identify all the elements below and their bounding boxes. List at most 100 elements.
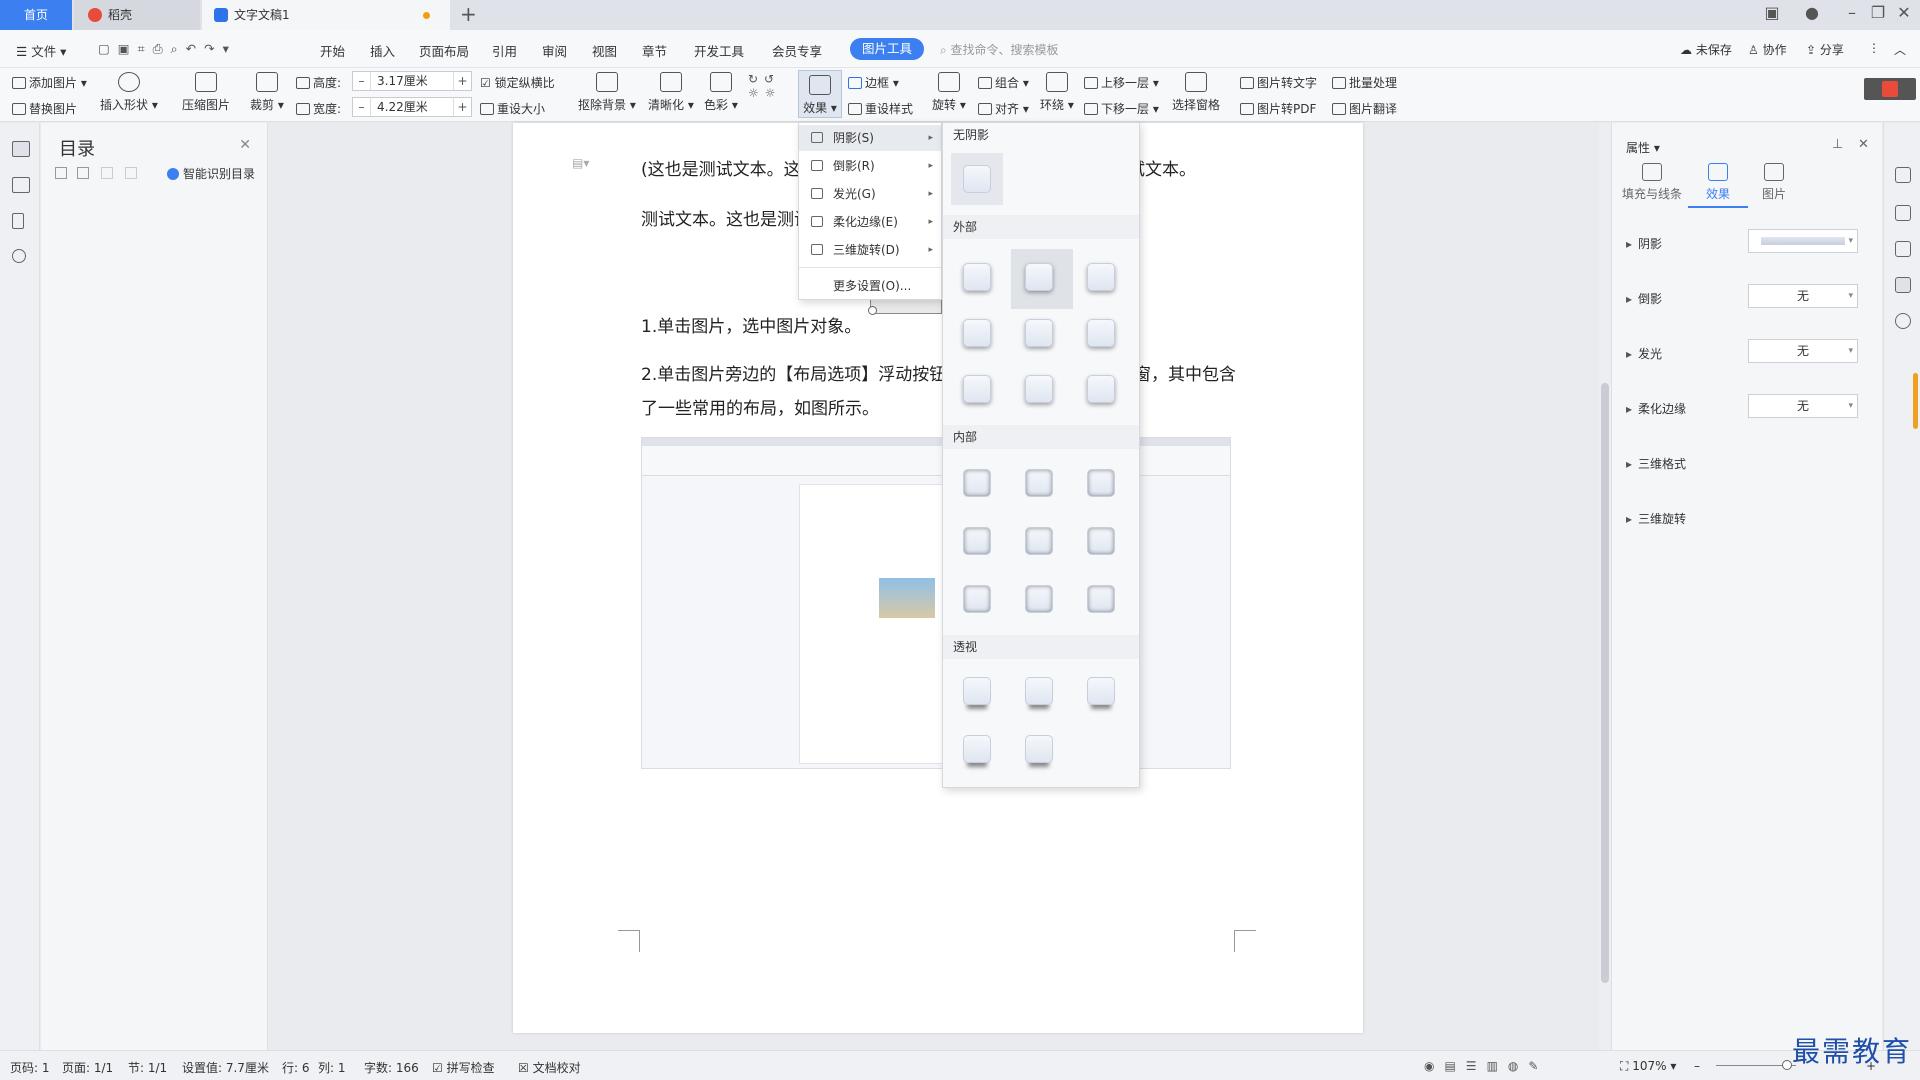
bookmark-nav-icon[interactable] — [12, 213, 24, 229]
find-nav-icon[interactable] — [12, 249, 26, 263]
collapse-ribbon-icon[interactable]: ︿ — [1894, 41, 1906, 58]
border-button[interactable]: 边框 ▾ — [848, 74, 899, 91]
pin-icon[interactable]: ⊥ — [1832, 137, 1843, 152]
selected-picture-edge[interactable] — [870, 300, 942, 314]
reset-size-button[interactable]: 重设大小 — [480, 100, 545, 117]
effects-button[interactable]: 效果 ▾ — [798, 70, 842, 118]
view-mode-icons[interactable]: ◉▤☰▥◍✎ — [1424, 1059, 1548, 1073]
menu-member[interactable]: 会员专享 — [772, 41, 822, 60]
perspective-shadow-option[interactable] — [1087, 677, 1115, 705]
menu-insert[interactable]: 插入 — [370, 41, 395, 60]
tab-fill-line[interactable]: 填充与线条 — [1622, 163, 1682, 202]
crop-button[interactable]: 裁剪 ▾ — [250, 72, 284, 113]
quick-access-icons[interactable]: ▢▣⌗⎙⌕↶↷▾ — [98, 41, 237, 57]
outer-shadow-option[interactable] — [1087, 319, 1115, 347]
perspective-shadow-option[interactable] — [1025, 735, 1053, 763]
menu-view[interactable]: 视图 — [592, 41, 617, 60]
folder-nav-icon[interactable] — [12, 177, 30, 193]
side-scroll-indicator[interactable] — [1913, 373, 1918, 429]
pic-to-pdf-button[interactable]: 图片转PDF — [1240, 100, 1316, 117]
prop-soft-edges-row[interactable]: 柔化边缘 — [1626, 400, 1686, 417]
properties-icon[interactable] — [1895, 277, 1911, 293]
menu-start[interactable]: 开始 — [320, 41, 345, 60]
inner-shadow-option[interactable] — [1087, 585, 1115, 613]
replace-picture-button[interactable]: 替换图片 — [12, 100, 77, 117]
batch-button[interactable]: 批量处理 — [1332, 74, 1397, 91]
doc-paragraph-1[interactable]: (这也是测试文本。这 — [641, 155, 801, 180]
translate-button[interactable]: 图片翻译 — [1332, 100, 1397, 117]
group-button[interactable]: 组合 ▾ — [978, 74, 1029, 91]
outer-shadow-option[interactable] — [1025, 319, 1053, 347]
inner-shadow-option[interactable] — [1025, 527, 1053, 555]
pic-to-text-button[interactable]: 图片转文字 — [1240, 74, 1317, 91]
doc-paragraph-4[interactable]: 2.单击图片旁边的【布局选项】浮动按钮 — [641, 360, 946, 385]
prop-glow-row[interactable]: 发光 — [1626, 345, 1662, 362]
restore-icon[interactable]: ❐ — [1866, 3, 1890, 22]
collab-button[interactable]: ♙ 协作 — [1748, 41, 1787, 58]
reset-style-button[interactable]: 重设样式 — [848, 100, 913, 117]
outer-shadow-option[interactable] — [963, 375, 991, 403]
tab-effects[interactable]: 效果 — [1688, 163, 1748, 208]
outer-shadow-option[interactable] — [1087, 263, 1115, 291]
inner-shadow-option[interactable] — [1087, 527, 1115, 555]
outer-shadow-option[interactable] — [1025, 263, 1053, 291]
wrap-button[interactable]: 环绕 ▾ — [1040, 72, 1074, 113]
vertical-scrollbar[interactable] — [1599, 123, 1611, 1050]
minimize-icon[interactable]: – — [1840, 3, 1864, 22]
spell-check-button[interactable]: ☑ 拼写检查 — [432, 1059, 495, 1076]
menu-dev-tools[interactable]: 开发工具 — [694, 41, 744, 60]
width-plus-button[interactable]: + — [453, 98, 471, 116]
tab-home[interactable]: 首页 — [0, 0, 72, 30]
width-stepper[interactable]: –4.22厘米 + — [352, 97, 472, 117]
rotate-button[interactable]: 旋转 ▾ — [932, 72, 966, 113]
avatar[interactable]: ● — [1800, 3, 1824, 22]
zoom-select[interactable]: ⛶ 107% ▾ — [1620, 1059, 1676, 1074]
doc-paragraph-4-end[interactable]: 窗，其中包含 — [1134, 360, 1236, 385]
width-minus-button[interactable]: – — [353, 98, 371, 116]
perspective-shadow-option[interactable] — [963, 677, 991, 705]
inner-shadow-option[interactable] — [1025, 585, 1053, 613]
sharpen-button[interactable]: 清晰化 ▾ — [648, 72, 694, 113]
picture-resize-handle[interactable] — [868, 306, 877, 315]
align-button[interactable]: 对齐 ▾ — [978, 100, 1029, 117]
close-icon[interactable]: ✕ — [1892, 3, 1916, 22]
bring-forward-button[interactable]: 上移一层 ▾ — [1084, 74, 1159, 91]
menu-review[interactable]: 审阅 — [542, 41, 567, 60]
outer-shadow-option[interactable] — [963, 319, 991, 347]
file-menu[interactable]: ☰ 文件 ▾ — [16, 41, 66, 60]
compress-picture-button[interactable]: 压缩图片 — [182, 72, 230, 113]
outer-shadow-option[interactable] — [1087, 375, 1115, 403]
toc-remove-icon[interactable] — [125, 167, 137, 179]
add-picture-button[interactable]: 添加图片 ▾ — [12, 74, 87, 91]
proofread-button[interactable]: ☒ 文档校对 — [518, 1059, 581, 1076]
toc-close-icon[interactable]: ✕ — [239, 137, 251, 153]
pen-icon[interactable] — [1895, 205, 1911, 221]
status-words[interactable]: 字数: 166 — [364, 1059, 419, 1076]
selection-pane-button[interactable]: 选择窗格 — [1172, 72, 1220, 113]
perspective-shadow-option[interactable] — [963, 735, 991, 763]
scrollbar-thumb[interactable] — [1601, 383, 1609, 983]
toc-add-icon[interactable] — [101, 167, 113, 179]
doc-paragraph-2[interactable]: 测试文本。这也是测试 — [641, 205, 811, 230]
prop-3d-rotation-row[interactable]: 三维旋转 — [1626, 510, 1686, 527]
height-stepper[interactable]: –3.17厘米 + — [352, 71, 472, 91]
menu-layout[interactable]: 页面布局 — [419, 41, 469, 60]
remove-background-button[interactable]: 抠除背景 ▾ — [578, 72, 636, 113]
lock-ratio-checkbox[interactable]: ☑ 锁定纵横比 — [480, 74, 555, 91]
color-button[interactable]: 色彩 ▾ — [704, 72, 738, 113]
doc-paragraph-3[interactable]: 1.单击图片，选中图片对象。 — [641, 312, 861, 337]
zoom-out-button[interactable]: – — [1694, 1059, 1700, 1073]
no-shadow-option[interactable] — [963, 165, 991, 193]
prop-shadow-row[interactable]: 阴影 — [1626, 235, 1662, 252]
send-backward-button[interactable]: 下移一层 ▾ — [1084, 100, 1159, 117]
prop-3d-format-row[interactable]: 三维格式 — [1626, 455, 1686, 472]
toc-collapse-icon[interactable] — [55, 167, 67, 179]
tab-document[interactable]: 文字文稿1 — [202, 0, 450, 30]
height-plus-button[interactable]: + — [453, 72, 471, 90]
height-minus-button[interactable]: – — [353, 72, 371, 90]
paragraph-handle-icon[interactable]: ▤▾ — [572, 156, 589, 170]
zoom-slider-thumb[interactable] — [1782, 1060, 1792, 1070]
inner-shadow-option[interactable] — [1025, 469, 1053, 497]
glow-select[interactable]: 无 — [1748, 339, 1858, 363]
more-icon[interactable]: ⋮ — [1868, 41, 1880, 55]
